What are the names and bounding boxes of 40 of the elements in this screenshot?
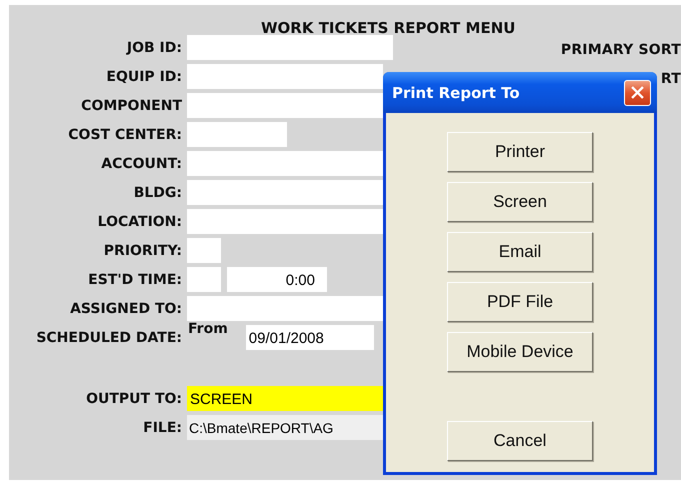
- field-label: COST CENTER:: [67, 126, 182, 142]
- field-label: EST'D TIME:: [87, 272, 182, 288]
- field-label: FILE:: [142, 420, 182, 436]
- close-button[interactable]: [624, 80, 651, 106]
- sort-label: PRIMARY SORT: [560, 42, 681, 58]
- input-field[interactable]: SCREEN: [187, 386, 383, 411]
- input-field[interactable]: [187, 93, 383, 118]
- field-label: ACCOUNT:: [100, 156, 182, 172]
- input-field[interactable]: [187, 35, 393, 60]
- field-label: BLDG:: [132, 184, 182, 200]
- dialog-button[interactable]: Cancel: [447, 421, 593, 461]
- input-field[interactable]: 0:00: [227, 267, 327, 292]
- dialog-button[interactable]: Email: [447, 232, 593, 272]
- input-field[interactable]: [187, 64, 383, 89]
- field-label: PRIORITY:: [102, 242, 182, 258]
- input-field[interactable]: [187, 238, 221, 263]
- dialog-button[interactable]: Mobile Device: [447, 332, 593, 372]
- input-field[interactable]: C:\Bmate\REPORT\AG: [187, 415, 383, 440]
- report-title: WORK TICKETS REPORT MENU: [261, 19, 516, 37]
- field-label: COMPONENT: [80, 98, 182, 114]
- field-label: OUTPUT TO:: [85, 390, 182, 406]
- sort-label: RT: [660, 70, 681, 86]
- dialog-title: Print Report To: [392, 84, 520, 102]
- dialog-button[interactable]: Screen: [447, 182, 593, 222]
- input-field[interactable]: [187, 151, 383, 176]
- input-field[interactable]: 09/01/2008: [246, 325, 374, 350]
- field-label: SCHEDULED DATE:: [35, 330, 182, 346]
- input-field[interactable]: [187, 209, 383, 234]
- field-label: JOB ID:: [125, 40, 182, 56]
- field-label: LOCATION:: [96, 214, 182, 230]
- field-label: ASSIGNED TO:: [69, 300, 182, 316]
- input-field[interactable]: [187, 122, 287, 147]
- from-label: From: [188, 321, 228, 337]
- dialog-button[interactable]: Printer: [447, 132, 593, 172]
- input-field[interactable]: [187, 296, 383, 321]
- close-icon: [631, 86, 644, 99]
- field-label: EQUIP ID:: [105, 68, 182, 84]
- dialog-button[interactable]: PDF File: [447, 282, 593, 322]
- input-field[interactable]: [187, 267, 221, 292]
- input-field[interactable]: [187, 180, 383, 205]
